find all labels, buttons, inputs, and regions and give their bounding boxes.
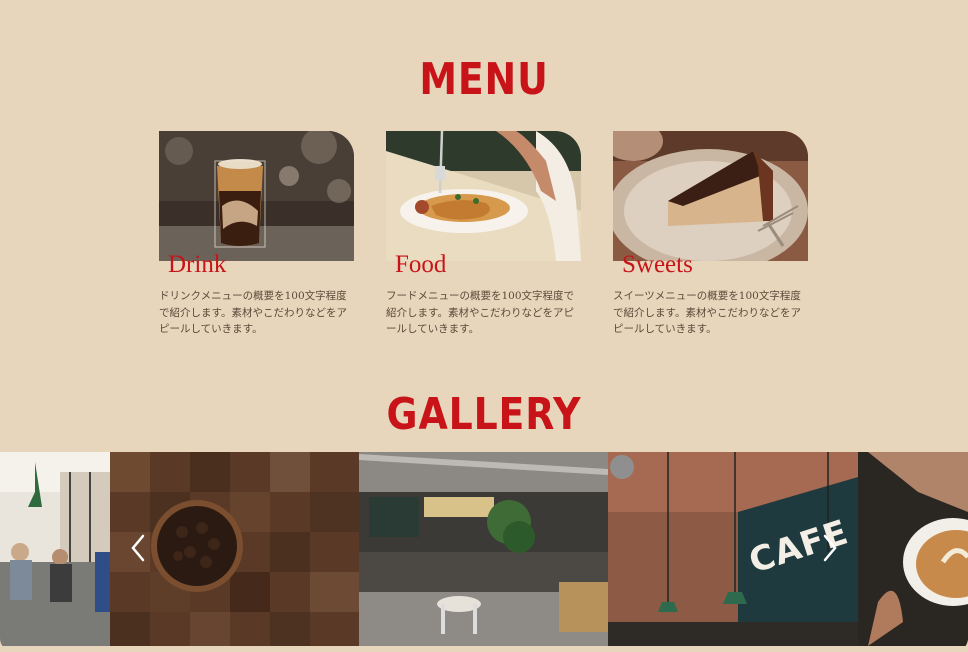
bottom-strip (0, 646, 968, 652)
gallery-prev-button[interactable] (127, 528, 149, 568)
food-name: Food (395, 251, 447, 278)
sweets-photo (613, 131, 808, 261)
chevron-left-icon (131, 534, 145, 562)
gallery-next-button[interactable] (819, 528, 841, 568)
gallery-title: GALLERY (386, 389, 582, 440)
menu-card-sweets[interactable]: Sweets スイーツメニューの概要を100文字程度で紹介します。素材やこだわり… (613, 131, 808, 338)
sweets-name: Sweets (622, 251, 693, 278)
gallery-image-latte-art[interactable] (858, 452, 968, 646)
menu-title: MENU (419, 54, 549, 105)
drink-description: ドリンクメニューの概要を100文字程度で紹介します。素材やこだわりなどをアピール… (159, 290, 347, 335)
drink-photo (159, 131, 354, 261)
gallery-image-cafe-interior[interactable] (359, 452, 608, 646)
menu-card-food[interactable]: Food フードメニューの概要を100文字程度で紹介します。素材やこだわりなどを… (386, 131, 581, 338)
drink-name: Drink (168, 251, 227, 278)
food-description: フードメニューの概要を100文字程度で紹介します。素材やこだわりなどをアピールし… (386, 290, 575, 335)
chevron-right-icon (823, 534, 837, 562)
food-photo (386, 131, 581, 261)
gallery-image-interior[interactable] (0, 452, 110, 646)
page: MENU Drink ドリンクメニューの概要を100文字程度で紹介します。素材や… (0, 0, 968, 652)
menu-card-drink[interactable]: Drink ドリンクメニューの概要を100文字程度で紹介します。素材やこだわりな… (159, 131, 354, 338)
sweets-description: スイーツメニューの概要を100文字程度で紹介します。素材やこだわりなどをアピール… (613, 290, 801, 335)
